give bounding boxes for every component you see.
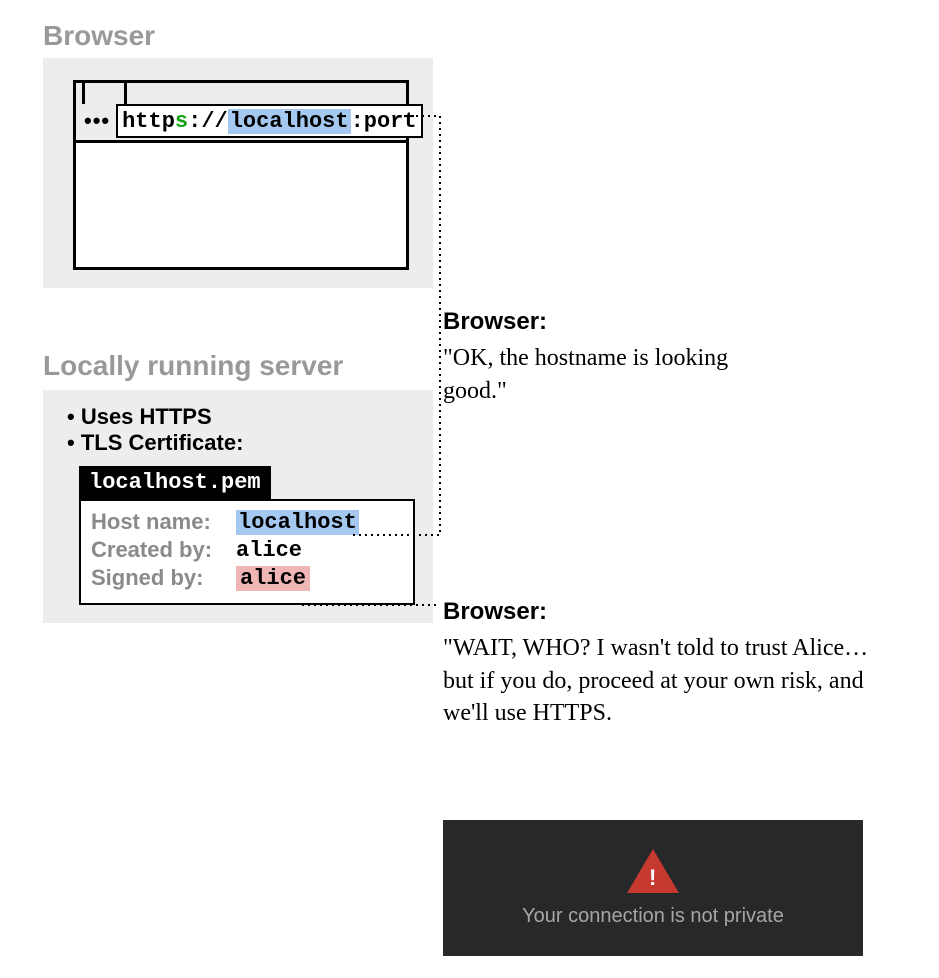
certificate-filename: localhost.pem: [79, 466, 271, 499]
annotation-text: "OK, the hostname is looking good.": [443, 342, 743, 407]
warning-bang: !: [649, 865, 656, 891]
cert-created-label: Created by:: [91, 537, 236, 563]
url-host: localhost: [228, 109, 351, 134]
cert-created-value: alice: [236, 538, 302, 563]
url-scheme-sep: ://: [188, 109, 228, 134]
cert-signed-label: Signed by:: [91, 565, 236, 591]
address-bar[interactable]: https://localhost:port: [116, 104, 422, 138]
certificate-box: Host name: localhost Created by: alice S…: [79, 499, 415, 605]
browser-content: [76, 143, 406, 270]
url-port-sep: :: [351, 109, 364, 134]
server-bullets: Uses HTTPS TLS Certificate:: [67, 404, 419, 456]
bullet-tls-cert: TLS Certificate:: [67, 430, 419, 456]
privacy-warning-text: Your connection is not private: [522, 905, 784, 928]
browser-toolbar: ••• https://localhost:port: [76, 83, 406, 143]
annotation-heading: Browser:: [443, 306, 743, 338]
annotation-untrusted-signer: Browser: "WAIT, WHO? I wasn't told to tr…: [443, 596, 883, 730]
browser-tab: [82, 80, 127, 104]
cert-hostname-value: localhost: [236, 510, 359, 535]
url-scheme-s: s: [175, 109, 188, 134]
bullet-uses-https: Uses HTTPS: [67, 404, 419, 430]
privacy-warning-box: ! Your connection is not private: [443, 820, 863, 956]
annotation-hostname-ok: Browser: "OK, the hostname is looking go…: [443, 306, 743, 407]
warning-triangle-icon: !: [627, 849, 679, 893]
url-scheme-prefix: http: [122, 109, 175, 134]
browser-window: ••• https://localhost:port: [73, 80, 409, 270]
cert-signed-value: alice: [236, 566, 310, 591]
annotation-text: "WAIT, WHO? I wasn't told to trust Alice…: [443, 632, 883, 729]
cert-hostname-label: Host name:: [91, 509, 236, 535]
url-port: port: [364, 109, 417, 134]
server-section-title: Locally running server: [43, 350, 343, 382]
server-panel: Uses HTTPS TLS Certificate: localhost.pe…: [43, 390, 433, 623]
browser-panel: ••• https://localhost:port: [43, 58, 433, 288]
annotation-heading: Browser:: [443, 596, 883, 628]
browser-section-title: Browser: [43, 20, 155, 52]
toolbar-dots-icon: •••: [82, 108, 112, 134]
